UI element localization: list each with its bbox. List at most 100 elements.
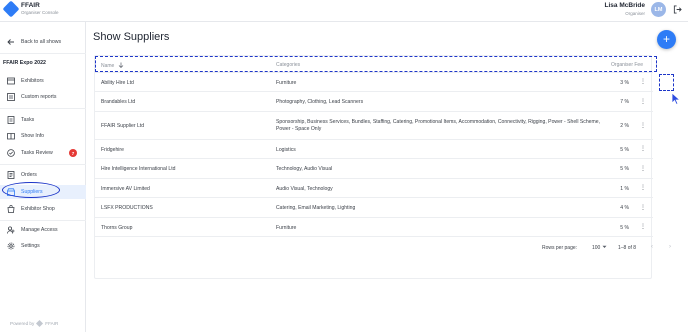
- supplier-fee: 4 %: [620, 205, 629, 211]
- table-row[interactable]: Brandables Ltd Photography, Clothing, Le…: [95, 92, 653, 112]
- sidebar-item-label: Show Info: [21, 133, 45, 139]
- sidebar-item-label: Settings: [21, 243, 40, 249]
- brand-name: FFAIR: [21, 2, 40, 9]
- divider: [0, 53, 86, 54]
- logout-icon[interactable]: [672, 5, 682, 15]
- brand-subtitle: Organiser Console: [21, 9, 59, 15]
- table-row[interactable]: LSFX PRODUCTIONS Catering, Email Marketi…: [95, 198, 653, 218]
- orders-icon: [6, 171, 15, 180]
- sidebar-item-label: Exhibitor Shop: [21, 206, 55, 212]
- more-options-icon[interactable]: ⋮: [640, 78, 646, 85]
- ffair-logo-icon: [2, 0, 20, 18]
- more-options-icon[interactable]: ⋮: [640, 165, 646, 172]
- table-row[interactable]: FFAIR Supplier Ltd Sponsorship, Business…: [95, 112, 653, 140]
- divider: [0, 220, 86, 221]
- shop-icon: [6, 205, 15, 214]
- sidebar-item-orders[interactable]: Orders: [0, 168, 86, 182]
- supplier-categories: Logistics: [276, 147, 296, 153]
- more-options-icon[interactable]: ⋮: [640, 223, 646, 230]
- supplier-name: FFAIR Supplier Ltd: [101, 123, 145, 129]
- table-row[interactable]: Ability Hire Ltd Furniture 3 % ⋮: [95, 73, 653, 92]
- sidebar-item-manage-access[interactable]: Manage Access: [0, 223, 86, 237]
- supplier-fee: 2 %: [620, 123, 629, 129]
- more-options-icon[interactable]: ⋮: [640, 184, 646, 191]
- supplier-name: LSFX PRODUCTIONS: [101, 205, 153, 211]
- caret-down-icon: [602, 245, 607, 251]
- more-options-icon[interactable]: ⋮: [640, 204, 646, 211]
- table-row[interactable]: Fridgehire Logistics 5 % ⋮: [95, 140, 653, 159]
- top-bar: FFAIR Organiser Console Lisa McBride Org…: [0, 0, 688, 22]
- supplier-name: Brandables Ltd: [101, 99, 136, 105]
- powered-brand: FFAIR: [45, 321, 59, 326]
- supplier-fee: 5 %: [620, 166, 629, 172]
- suppliers-table: Name Categories Organiser Fee Ability Hi…: [94, 55, 671, 279]
- suppliers-highlight-annotation: [2, 182, 60, 198]
- powered-by: Powered by FFAIR: [10, 319, 59, 328]
- sidebar-item-label: Custom reports: [21, 94, 57, 100]
- back-label: Back to all shows: [21, 39, 62, 45]
- sidebar-item-exhibitor-shop[interactable]: Exhibitor Shop: [0, 202, 86, 216]
- brand[interactable]: FFAIR Organiser Console: [2, 0, 59, 18]
- more-options-icon[interactable]: ⋮: [640, 145, 646, 152]
- rows-per-page-label: Rows per page:: [542, 245, 578, 251]
- supplier-fee: 5 %: [620, 225, 629, 231]
- header-highlight-annotation: [95, 56, 657, 72]
- supplier-name: Fridgehire: [101, 147, 124, 153]
- supplier-categories: Technology, Audio Visual: [276, 166, 333, 172]
- supplier-categories: Furniture: [276, 80, 297, 86]
- sidebar-item-settings[interactable]: Settings: [0, 239, 86, 253]
- show-title: FFAIR Expo 2022: [3, 60, 46, 66]
- supplier-fee: 5 %: [620, 147, 629, 153]
- sidebar-item-tasks[interactable]: Tasks: [0, 113, 86, 127]
- table-pagination: Rows per page: 100 1–8 of 8 ‹ ›: [95, 237, 671, 257]
- sidebar-item-show-info[interactable]: Show Info: [0, 129, 86, 143]
- more-options-icon[interactable]: ⋮: [640, 98, 646, 105]
- gear-icon: [6, 242, 15, 251]
- sidebar-item-exhibitors[interactable]: Exhibitors: [0, 74, 86, 88]
- tasks-icon: [6, 116, 15, 125]
- mouse-cursor-icon: [671, 92, 681, 110]
- add-supplier-button[interactable]: +: [657, 30, 676, 49]
- page-title: Show Suppliers: [93, 31, 170, 43]
- user-name: Lisa McBride: [604, 2, 645, 9]
- show-info-icon: [6, 132, 15, 141]
- supplier-fee: 3 %: [620, 80, 629, 86]
- supplier-categories: Sponsorship, Business Services, Bundles,…: [276, 119, 600, 132]
- divider: [0, 108, 86, 109]
- back-to-shows-link[interactable]: Back to all shows: [0, 35, 86, 49]
- table-row[interactable]: Thorns Group Furniture 5 % ⋮: [95, 218, 653, 237]
- tasks-review-badge: 7: [69, 149, 77, 157]
- supplier-categories: Furniture: [276, 225, 297, 231]
- chevron-left-icon[interactable]: ‹: [651, 244, 653, 250]
- sidebar-item-label: Tasks Review: [21, 150, 53, 156]
- more-options-highlight-annotation: [659, 74, 674, 91]
- sidebar: Back to all shows FFAIR Expo 2022 Exhibi…: [0, 22, 86, 332]
- sidebar-item-label: Manage Access: [21, 227, 58, 233]
- avatar[interactable]: LM: [651, 2, 666, 17]
- manage-access-icon: [6, 226, 15, 235]
- supplier-name: Thorns Group: [101, 225, 133, 231]
- table-row[interactable]: Immersive AV Limited Audio Visual, Techn…: [95, 179, 653, 198]
- table-row[interactable]: Hire Intelligence International Ltd Tech…: [95, 159, 653, 179]
- sidebar-item-label: Exhibitors: [21, 78, 44, 84]
- supplier-name: Immersive AV Limited: [101, 186, 150, 192]
- chevron-right-icon[interactable]: ›: [669, 244, 671, 250]
- main-content: Show Suppliers + Name Categories Organis…: [86, 22, 688, 332]
- reports-icon: [6, 93, 15, 102]
- sidebar-item-label: Tasks: [21, 117, 35, 123]
- supplier-categories: Audio Visual, Technology: [276, 186, 333, 192]
- supplier-fee: 1 %: [620, 186, 629, 192]
- more-options-icon[interactable]: ⋮: [640, 122, 646, 129]
- powered-by-label: Powered by: [10, 321, 35, 326]
- exhibitors-icon: [6, 77, 15, 86]
- rows-per-page-value: 100: [592, 245, 601, 251]
- pagination-range: 1–8 of 8: [618, 245, 637, 251]
- sidebar-item-label: Orders: [21, 172, 37, 178]
- divider: [0, 164, 86, 165]
- user-role: Organiser: [625, 10, 645, 16]
- sidebar-item-custom-reports[interactable]: Custom reports: [0, 90, 86, 104]
- supplier-categories: Photography, Clothing, Lead Scanners: [276, 99, 364, 105]
- user-menu: Lisa McBride Organiser LM: [605, 2, 682, 17]
- supplier-name: Hire Intelligence International Ltd: [101, 166, 176, 172]
- rows-per-page-select[interactable]: 100: [592, 245, 607, 251]
